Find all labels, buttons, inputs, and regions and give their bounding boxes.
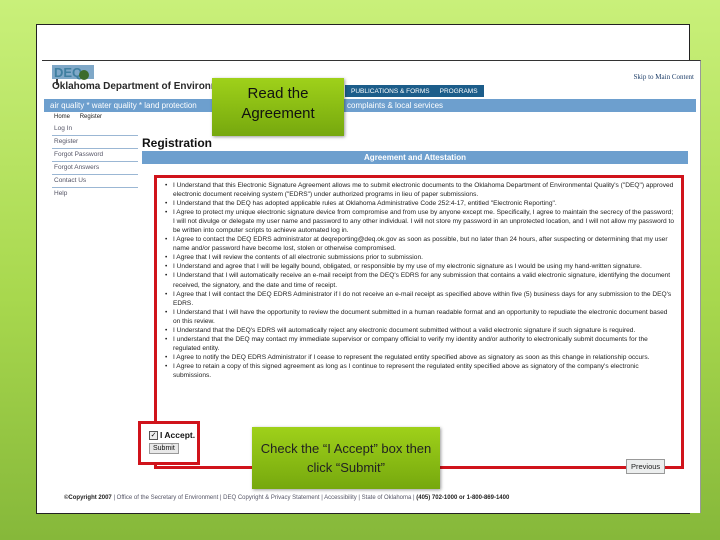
agreement-item: I Agree to retain a copy of this signed … — [165, 362, 675, 380]
side-menu-contact-us[interactable]: Contact Us — [52, 175, 138, 188]
sub-nav-complaints[interactable]: complaints & local services — [347, 99, 443, 112]
agreement-item: I Understand and agree that I will be le… — [165, 262, 675, 271]
section-title: Agreement and Attestation — [142, 151, 688, 164]
agreement-item: I Understand that this Electronic Signat… — [165, 181, 675, 199]
agreement-item: I Agree that I will review the contents … — [165, 253, 675, 262]
agreement-item: I Agree to notify the DEQ EDRS Administr… — [165, 353, 675, 362]
accept-checkbox[interactable]: ✓ — [149, 430, 158, 440]
side-menu-forgot-answers[interactable]: Forgot Answers — [52, 162, 138, 175]
agreement-item: I Understand that the DEQ has adopted ap… — [165, 199, 675, 208]
svg-text:DEQ: DEQ — [54, 65, 82, 80]
footer-phone: (405) 702-1000 or 1-800-869-1400 — [416, 495, 510, 501]
sub-nav-programs[interactable]: air quality * water quality * land prote… — [50, 99, 197, 112]
agreement-item: I Agree to contact the DEQ EDRS administ… — [165, 235, 675, 253]
side-menu: Log In Register Forgot Password Forgot A… — [52, 123, 138, 200]
top-nav: PUBLICATIONS & FORMS PROGRAMS — [345, 85, 484, 97]
agreement-item: I Understand that I will have the opport… — [165, 308, 675, 326]
agreement-item: I Agree that I will contact the DEQ EDRS… — [165, 290, 675, 308]
breadcrumb-register: Register — [79, 114, 103, 120]
footer: ©Copyright 2007 | Office of the Secretar… — [64, 495, 509, 501]
side-menu-log-in[interactable]: Log In — [52, 123, 138, 136]
footer-links[interactable]: | Office of the Secretary of Environment… — [113, 495, 414, 501]
agreement-list: I Understand that this Electronic Signat… — [163, 181, 675, 380]
callout-read-agreement: Read the Agreement — [212, 78, 344, 136]
side-menu-forgot-password[interactable]: Forgot Password — [52, 149, 138, 162]
accept-label[interactable]: I Accept. — [160, 430, 195, 440]
previous-button[interactable]: Previous — [626, 459, 666, 474]
agreement-item: I Understand that the DEQ's EDRS will au… — [165, 326, 675, 335]
footer-copyright: ©Copyright 2007 — [64, 495, 112, 501]
submit-button[interactable]: Submit — [149, 443, 179, 454]
side-menu-register[interactable]: Register — [52, 136, 138, 149]
breadcrumb: Home Register — [54, 114, 110, 120]
nav-publications-forms[interactable]: PUBLICATIONS & FORMS — [351, 88, 430, 95]
agreement-item: I Understand that I will automatically r… — [165, 271, 675, 289]
sub-nav: air quality * water quality * land prote… — [44, 99, 696, 112]
agreement-item: I Agree to protect my unique electronic … — [165, 208, 675, 235]
callout-check-accept: Check the “I Accept” box then click “Sub… — [252, 427, 440, 489]
agreement-list-highlight: I Understand that this Electronic Signat… — [154, 175, 684, 469]
agreement-item: I understand that the DEQ may contact my… — [165, 335, 675, 353]
accept-row: ✓ I Accept. — [149, 430, 195, 440]
nav-programs[interactable]: PROGRAMS — [440, 88, 478, 95]
accept-highlight: ✓ I Accept. Submit — [138, 421, 200, 465]
page-title: Registration — [142, 136, 213, 150]
side-menu-help[interactable]: Help — [52, 188, 138, 200]
skip-to-main-link[interactable]: Skip to Main Content — [634, 73, 694, 81]
breadcrumb-home[interactable]: Home — [54, 114, 70, 120]
